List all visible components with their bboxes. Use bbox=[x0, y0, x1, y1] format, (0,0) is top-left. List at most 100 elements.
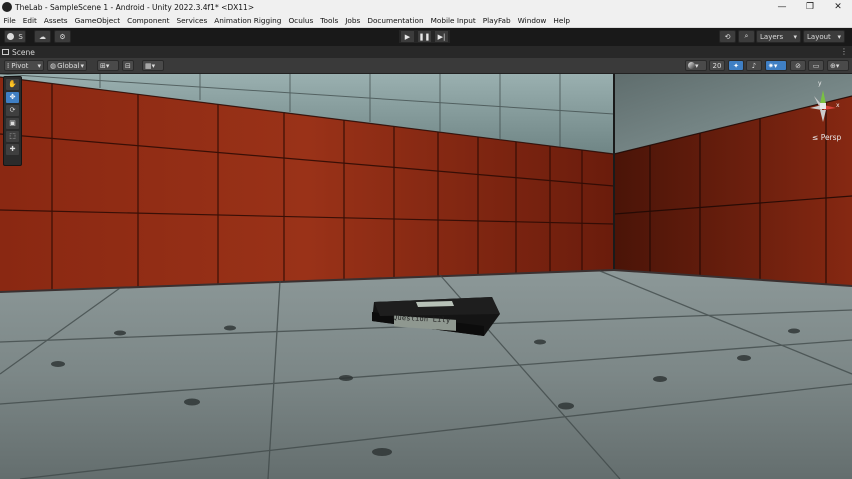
play-icon: ▶ bbox=[400, 30, 415, 43]
gizmos-dropdown[interactable]: ⊕ ▾ bbox=[827, 60, 849, 71]
overlay-menu-button[interactable]: ▦ ▾ bbox=[142, 60, 164, 71]
scene-camera-button[interactable]: ▭ bbox=[808, 60, 824, 71]
menu-playfab[interactable]: PlayFab bbox=[479, 16, 514, 25]
persp-text: Persp bbox=[820, 133, 842, 142]
draw-mode-button[interactable]: ▾ bbox=[685, 60, 707, 71]
undo-history-button[interactable]: ⟲ bbox=[719, 30, 736, 43]
hand-tool-icon[interactable]: ✋ bbox=[6, 79, 19, 90]
scale-tool-icon[interactable]: ▣ bbox=[6, 118, 19, 129]
tool-palette: ✋ ✥ ⟳ ▣ ⬚ ✚ bbox=[3, 76, 22, 166]
account-dropdown[interactable]: S bbox=[4, 30, 26, 43]
menu-component[interactable]: Component bbox=[124, 16, 173, 25]
scene-tab-bar: Scene ⋮ bbox=[0, 46, 852, 58]
grid-snapping-button[interactable]: ⊞ ▾ bbox=[97, 60, 119, 71]
global-dropdown[interactable]: ◍ Global ▾ bbox=[47, 60, 87, 71]
chevron-down-icon: ▾ bbox=[793, 32, 797, 41]
menu-bar: File Edit Assets GameObject Component Se… bbox=[0, 14, 852, 28]
layout-dropdown[interactable]: Layout ▾ bbox=[803, 30, 845, 43]
menu-gameobject[interactable]: GameObject bbox=[71, 16, 124, 25]
increment-snap-button[interactable]: ⊟ bbox=[122, 60, 134, 71]
chevron-down-icon: ▾ bbox=[695, 61, 699, 70]
pivot-dropdown[interactable]: ⁞ Pivot ▾ bbox=[4, 60, 44, 71]
search-icon: ⌕ bbox=[744, 32, 749, 40]
menu-help[interactable]: Help bbox=[550, 16, 574, 25]
menu-file[interactable]: File bbox=[0, 16, 19, 25]
effects-toggle[interactable]: ✷ ▾ bbox=[765, 60, 787, 71]
search-button[interactable]: ⌕ bbox=[738, 30, 755, 43]
chevron-down-icon: ▾ bbox=[37, 61, 41, 70]
tab-scene-label: Scene bbox=[12, 47, 35, 57]
maximize-button[interactable]: ❐ bbox=[796, 0, 824, 14]
chevron-down-icon: ▾ bbox=[835, 61, 840, 70]
scene-grid-icon bbox=[2, 49, 9, 55]
chevron-down-icon: ▾ bbox=[80, 61, 84, 70]
orientation-gizmo[interactable]: y x bbox=[804, 80, 842, 132]
transform-tool-icon[interactable]: ✚ bbox=[6, 144, 19, 155]
menu-window[interactable]: Window bbox=[514, 16, 550, 25]
history-icon: ⟲ bbox=[724, 32, 731, 41]
perspective-label[interactable]: ≤ Persp bbox=[812, 133, 841, 142]
menu-tools[interactable]: Tools bbox=[317, 16, 342, 25]
step-icon: ▶| bbox=[434, 30, 449, 43]
main-toolbar: S ☁ ⚙ ▶ ❚❚ ▶| ⟲ ⌕ Layers ▾ Layout ▾ bbox=[0, 28, 852, 45]
pause-icon: ❚❚ bbox=[417, 30, 432, 43]
chevron-down-icon: ▾ bbox=[837, 32, 841, 41]
tab-scene[interactable]: Scene bbox=[2, 46, 35, 58]
lighting-toggle[interactable]: ✦ bbox=[728, 60, 744, 71]
globe-icon: ◍ bbox=[50, 61, 57, 70]
global-label: Global bbox=[57, 61, 80, 70]
layout-label: Layout bbox=[807, 32, 831, 41]
lightbulb-icon: ✦ bbox=[733, 61, 739, 70]
chevron-down-icon: ▾ bbox=[105, 61, 110, 70]
account-icon bbox=[7, 33, 15, 40]
move-tool-icon[interactable]: ✥ bbox=[6, 92, 19, 103]
menu-edit[interactable]: Edit bbox=[19, 16, 40, 25]
scene-view-toolbar: ⁞ Pivot ▾ ◍ Global ▾ ⊞ ▾ ⊟ ▦ ▾ ▾ 20 ✦ ♪ … bbox=[0, 58, 852, 74]
gizmo-x-label: x bbox=[836, 102, 840, 109]
chevron-down-icon: ▾ bbox=[151, 61, 156, 70]
menu-mobile-input[interactable]: Mobile Input bbox=[427, 16, 479, 25]
layers-dropdown[interactable]: Layers ▾ bbox=[756, 30, 801, 43]
pivot-label: Pivot bbox=[11, 61, 29, 70]
scene-render bbox=[0, 74, 852, 479]
playmode-controls: ▶ ❚❚ ▶| bbox=[399, 30, 450, 43]
scene-viewport[interactable]: Question Lily bbox=[0, 74, 852, 479]
layers-label: Layers bbox=[760, 32, 784, 41]
cloud-icon: ☁ bbox=[39, 32, 46, 41]
account-label: S bbox=[18, 32, 23, 41]
menu-services[interactable]: Services bbox=[173, 16, 211, 25]
menu-documentation[interactable]: Documentation bbox=[364, 16, 427, 25]
step-button[interactable]: ▶| bbox=[433, 30, 450, 43]
window-controls: — ❐ ✕ bbox=[768, 0, 852, 14]
rect-tool-icon[interactable]: ⬚ bbox=[6, 131, 19, 142]
minimize-button[interactable]: — bbox=[768, 0, 796, 14]
close-button[interactable]: ✕ bbox=[824, 0, 852, 14]
window-title: TheLab - SampleScene 1 - Android - Unity… bbox=[15, 2, 255, 12]
menu-animation-rigging[interactable]: Animation Rigging bbox=[211, 16, 285, 25]
persp-arrow-icon: ≤ bbox=[812, 133, 819, 142]
gizmo-y-label: y bbox=[818, 80, 822, 87]
chevron-down-icon: ▾ bbox=[773, 61, 778, 70]
camera-speed-value: 20 bbox=[712, 61, 722, 70]
overlay-icon: ▦ bbox=[145, 61, 152, 70]
unity-logo-icon bbox=[2, 2, 12, 12]
collab-button[interactable]: ⚙ bbox=[54, 30, 71, 43]
eye-slash-icon: ⊘ bbox=[795, 61, 801, 70]
audio-toggle[interactable]: ♪ bbox=[746, 60, 762, 71]
gear-icon: ⚙ bbox=[59, 32, 66, 41]
window-titlebar: TheLab - SampleScene 1 - Android - Unity… bbox=[0, 0, 852, 14]
menu-oculus[interactable]: Oculus bbox=[285, 16, 317, 25]
shaded-sphere-icon bbox=[688, 62, 695, 69]
pivot-icon: ⁞ bbox=[7, 61, 10, 70]
audio-icon: ♪ bbox=[751, 61, 757, 70]
rotate-tool-icon[interactable]: ⟳ bbox=[6, 105, 19, 116]
pause-button[interactable]: ❚❚ bbox=[416, 30, 433, 43]
hidden-objects-toggle[interactable]: ⊘ bbox=[790, 60, 806, 71]
more-options-icon[interactable]: ⋮ bbox=[840, 47, 848, 56]
cloud-button[interactable]: ☁ bbox=[34, 30, 51, 43]
increment-snap-icon: ⊟ bbox=[125, 61, 131, 70]
menu-assets[interactable]: Assets bbox=[40, 16, 71, 25]
camera-speed-field[interactable]: 20 bbox=[709, 60, 725, 71]
menu-jobs[interactable]: Jobs bbox=[342, 16, 364, 25]
play-button[interactable]: ▶ bbox=[399, 30, 416, 43]
